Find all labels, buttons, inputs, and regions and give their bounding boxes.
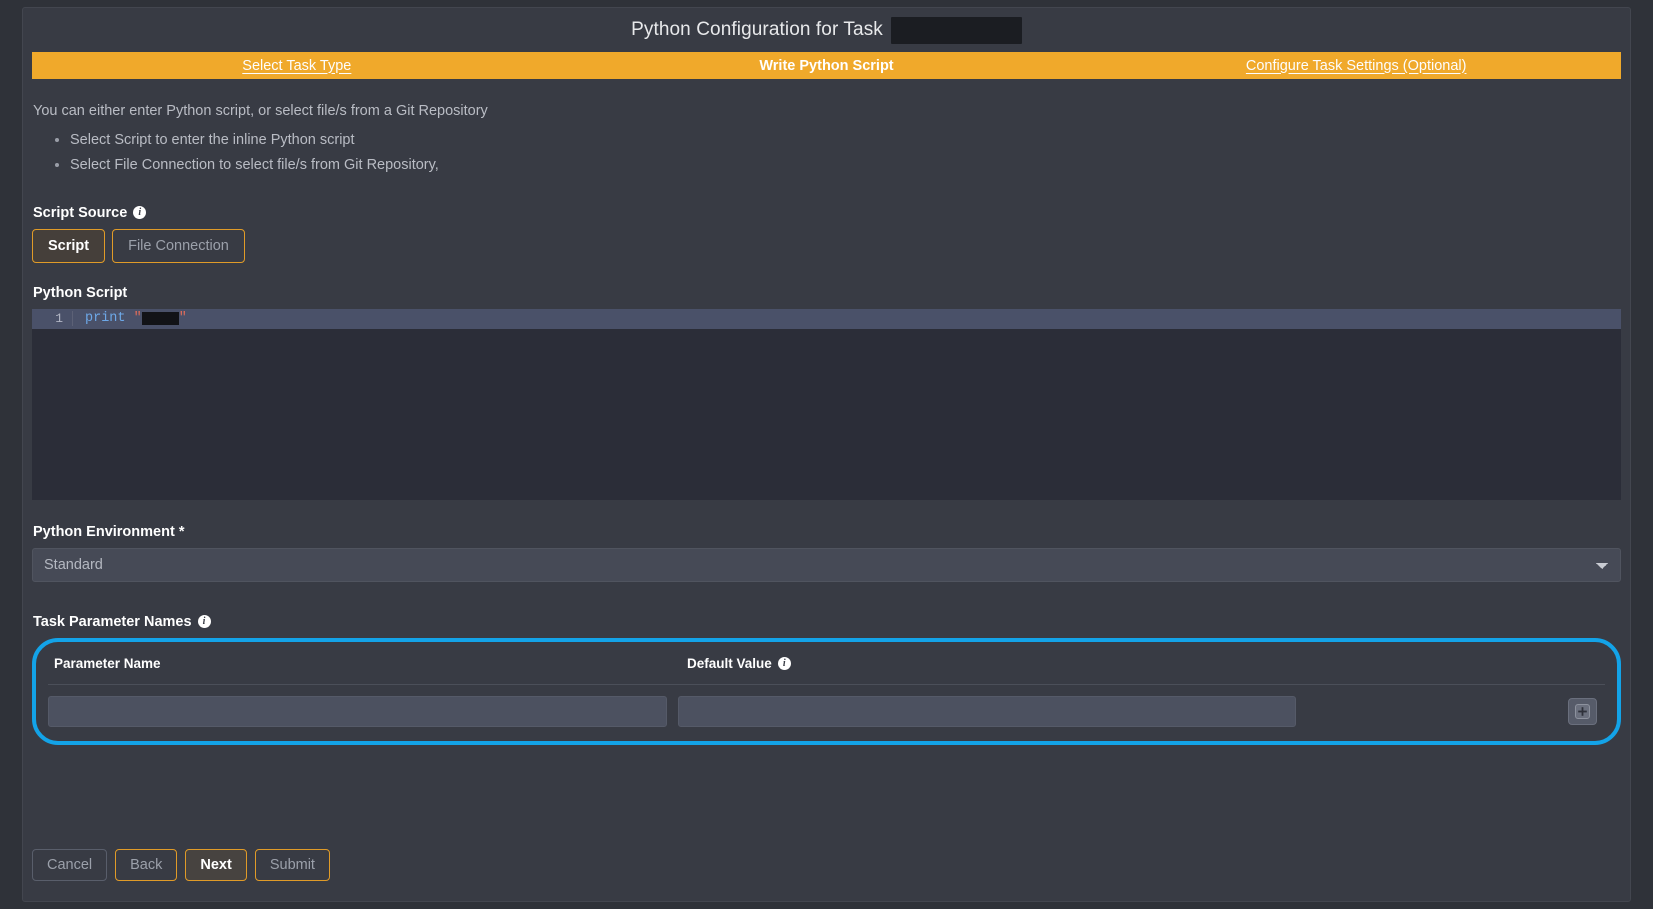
code-keyword-print: print bbox=[85, 311, 126, 327]
code-quote-close: " bbox=[178, 311, 187, 327]
task-parameters-label: Task Parameter Names bbox=[33, 613, 192, 630]
script-source-option-script[interactable]: Script bbox=[32, 228, 106, 263]
task-parameters-header-row: Parameter Name Default Value i bbox=[48, 655, 1605, 685]
python-environment-label-row: Python Environment * bbox=[33, 524, 1621, 540]
wizard-step-tabs: Select Task Type Write Python Script Con… bbox=[32, 52, 1621, 79]
python-script-editor[interactable]: 1 print " " bbox=[32, 308, 1621, 500]
code-line-1[interactable]: 1 print " " bbox=[32, 308, 1621, 329]
add-parameter-button[interactable] bbox=[1568, 697, 1597, 725]
tab-select-task-type[interactable]: Select Task Type bbox=[32, 58, 562, 74]
column-header-parameter-name: Parameter Name bbox=[54, 655, 161, 671]
next-button[interactable]: Next bbox=[185, 849, 247, 881]
script-source-label: Script Source bbox=[33, 204, 128, 221]
python-environment-select[interactable]: Standard bbox=[32, 547, 1621, 582]
info-icon[interactable]: i bbox=[197, 615, 211, 629]
python-environment-label: Python Environment * bbox=[33, 523, 185, 540]
column-header-default-value: Default Value i bbox=[687, 656, 791, 671]
list-item: Select Script to enter the inline Python… bbox=[70, 128, 1621, 153]
script-source-option-file-connection[interactable]: File Connection bbox=[112, 228, 245, 263]
dialog-title-bar: Python Configuration for Task bbox=[23, 8, 1630, 52]
intro-text: You can either enter Python script, or s… bbox=[33, 103, 488, 119]
tab-write-python-script[interactable]: Write Python Script bbox=[562, 58, 1092, 74]
page-title: Python Configuration for Task bbox=[631, 19, 883, 40]
back-button[interactable]: Back bbox=[115, 849, 178, 881]
table-row bbox=[48, 685, 1605, 727]
list-item: Select File Connection to select file/s … bbox=[70, 153, 1621, 178]
info-icon[interactable]: i bbox=[777, 656, 791, 670]
column-header-parameter-name-cell: Parameter Name bbox=[54, 655, 687, 673]
plus-icon bbox=[1575, 703, 1590, 719]
code-line-content: print " " bbox=[73, 311, 187, 326]
column-header-default-value-cell: Default Value i bbox=[687, 655, 1599, 673]
dialog-footer: Cancel Back Next Submit bbox=[23, 849, 339, 881]
code-quote-open: " bbox=[133, 311, 142, 327]
task-parameters-label-row: Task Parameter Names i bbox=[33, 614, 1621, 630]
tab-configure-task-settings[interactable]: Configure Task Settings (Optional) bbox=[1091, 58, 1621, 74]
info-icon[interactable]: i bbox=[133, 206, 147, 220]
code-string-redacted bbox=[141, 312, 179, 326]
intro-bullet-list: Select Script to enter the inline Python… bbox=[32, 128, 1621, 178]
task-name-redacted bbox=[890, 16, 1022, 44]
cancel-button[interactable]: Cancel bbox=[32, 849, 108, 881]
python-script-label-row: Python Script bbox=[33, 285, 1621, 301]
task-parameters-panel: Parameter Name Default Value i bbox=[32, 637, 1621, 745]
parameter-name-input[interactable] bbox=[48, 695, 667, 727]
default-value-input[interactable] bbox=[678, 695, 1296, 727]
python-configuration-dialog: Python Configuration for Task Select Tas… bbox=[22, 7, 1631, 902]
submit-button[interactable]: Submit bbox=[254, 849, 330, 881]
column-header-default-value-text: Default Value bbox=[687, 655, 772, 671]
line-number-gutter: 1 bbox=[32, 311, 73, 327]
python-script-label: Python Script bbox=[33, 284, 128, 301]
script-source-label-row: Script Source i bbox=[33, 205, 1621, 221]
script-source-toggle-group: Script File Connection bbox=[32, 228, 1621, 263]
